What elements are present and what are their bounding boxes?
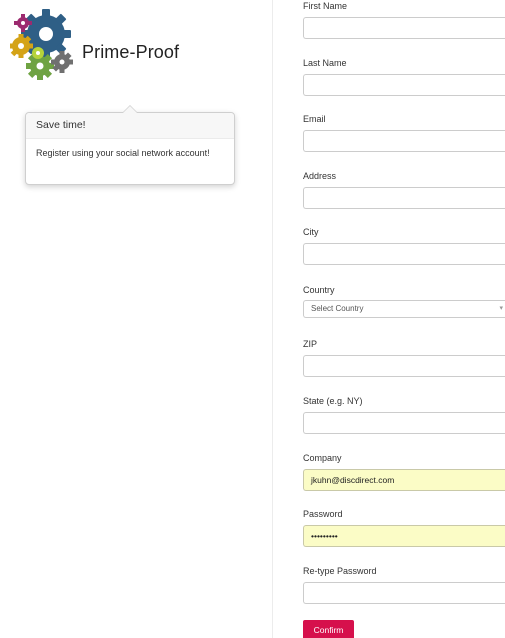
left-panel: Prime-Proof Save time! Register using yo… [0, 0, 272, 638]
zip-input[interactable] [303, 355, 505, 377]
address-input[interactable] [303, 187, 505, 209]
country-label: Country [303, 285, 335, 295]
gears-icon [10, 9, 73, 80]
confirm-button[interactable]: Confirm [303, 620, 354, 638]
country-selected-value: Select Country [311, 304, 364, 313]
zip-label: ZIP [303, 339, 318, 349]
prime-proof-logo[interactable]: Prime-Proof [10, 4, 180, 84]
email-input[interactable] [303, 130, 505, 152]
popover-arrow [122, 105, 138, 113]
retype-password-input[interactable] [303, 582, 505, 604]
password-label: Password [303, 509, 343, 519]
last-name-label: Last Name [303, 58, 347, 68]
chevron-down-icon: ▾ [499, 305, 503, 312]
retype-password-label: Re-type Password [303, 566, 377, 576]
panel-divider [272, 0, 273, 638]
registration-page: Prime-Proof Save time! Register using yo… [0, 0, 505, 638]
popover-title: Save time! [26, 113, 234, 139]
first-name-input[interactable] [303, 17, 505, 39]
state-input[interactable] [303, 412, 505, 434]
logo-text: Prime-Proof [82, 42, 180, 62]
email-label: Email [303, 114, 326, 124]
first-name-label: First Name [303, 1, 348, 11]
popover-content: Register using your social network accou… [36, 148, 210, 158]
last-name-input[interactable] [303, 74, 505, 96]
city-label: City [303, 227, 319, 237]
social-login-popover: Save time! Register using your social ne… [25, 105, 235, 185]
company-label: Company [303, 453, 342, 463]
password-input[interactable]: ••••••••• [303, 525, 505, 547]
address-label: Address [303, 171, 337, 181]
country-select[interactable]: Select Country ▾ [303, 300, 505, 318]
state-label: State (e.g. NY) [303, 396, 363, 406]
company-input[interactable]: jkuhn@discdirect.com [303, 469, 505, 491]
city-input[interactable] [303, 243, 505, 265]
